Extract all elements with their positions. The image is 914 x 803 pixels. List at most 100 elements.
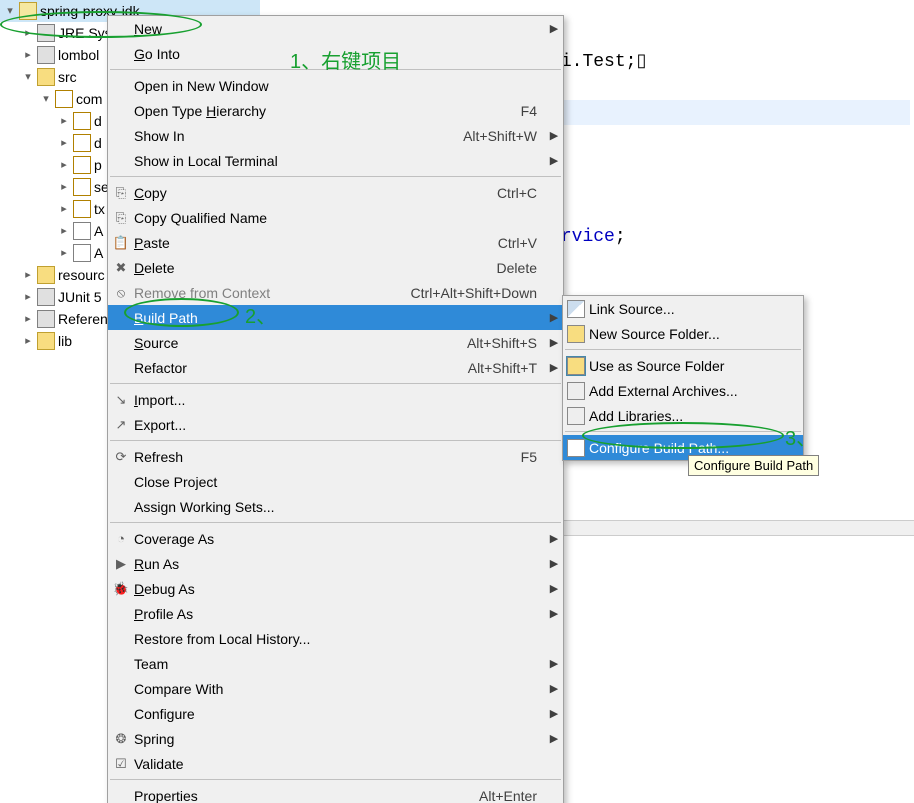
menu-item-label: Run As (134, 556, 537, 572)
menu-item[interactable]: Show InAlt+Shift+W▶ (108, 123, 563, 148)
menu-item-icon (108, 494, 134, 519)
menu-item[interactable]: ⟳RefreshF5 (108, 444, 563, 469)
expand-icon[interactable]: ▸ (58, 110, 70, 132)
menu-item[interactable]: ↗Export... (108, 412, 563, 437)
menu-item-icon: 📋 (108, 230, 134, 255)
menu-item-label: Coverage As (134, 531, 537, 547)
menu-item-icon (563, 321, 589, 346)
expand-icon[interactable]: ▸ (22, 286, 34, 308)
menu-item[interactable]: 🐞Debug As▶ (108, 576, 563, 601)
submenu-arrow-icon: ▶ (545, 154, 563, 167)
menu-item-icon (563, 378, 589, 403)
menu-separator (565, 349, 801, 350)
expand-icon[interactable]: ▸ (22, 330, 34, 352)
menu-item-label: Open in New Window (134, 78, 537, 94)
tree-label: lib (58, 330, 72, 352)
submenu-arrow-icon: ▶ (545, 311, 563, 324)
menu-item[interactable]: Link Source... (563, 296, 803, 321)
submenu-arrow-icon: ▶ (545, 129, 563, 142)
menu-item-icon (563, 296, 589, 321)
menu-item[interactable]: PropertiesAlt+Enter (108, 783, 563, 803)
menu-item[interactable]: ↘Import... (108, 387, 563, 412)
menu-item-label: Delete (134, 260, 497, 276)
tree-label: tx (94, 198, 105, 220)
menu-item[interactable]: Use as Source Folder (563, 353, 803, 378)
menu-item[interactable]: Show in Local Terminal▶ (108, 148, 563, 173)
menu-item[interactable]: Team▶ (108, 651, 563, 676)
menu-item-label: Copy Qualified Name (134, 210, 537, 226)
menu-item-label: Refresh (134, 449, 521, 465)
menu-item-icon: 🐞 (108, 576, 134, 601)
menu-item[interactable]: Close Project (108, 469, 563, 494)
menu-item[interactable]: ❂Spring▶ (108, 726, 563, 751)
expand-icon[interactable]: ▸ (58, 242, 70, 264)
submenu-arrow-icon: ▶ (545, 22, 563, 35)
expand-icon[interactable]: ▸ (58, 198, 70, 220)
menu-item[interactable]: ⎘Copy Qualified Name (108, 205, 563, 230)
menu-item[interactable]: ⎘CopyCtrl+C (108, 180, 563, 205)
menu-item-label: Open Type Hierarchy (134, 103, 521, 119)
fldr-icon (37, 68, 55, 86)
menu-item-icon (108, 626, 134, 651)
menu-item[interactable]: ✖DeleteDelete (108, 255, 563, 280)
expand-icon[interactable]: ▸ (58, 132, 70, 154)
menu-item-label: Compare With (134, 681, 537, 697)
menu-item-icon: ↗ (108, 412, 134, 437)
menu-item-label: Assign Working Sets... (134, 499, 537, 515)
pkg-icon (55, 90, 73, 108)
menu-item-icon (563, 353, 589, 378)
menu-item[interactable]: 📋PasteCtrl+V (108, 230, 563, 255)
menu-item-label: Restore from Local History... (134, 631, 537, 647)
menu-item[interactable]: Restore from Local History... (108, 626, 563, 651)
menu-item-icon (108, 123, 134, 148)
file-icon (73, 244, 91, 262)
menu-item[interactable]: ▶Run As▶ (108, 551, 563, 576)
menu-item-label: Debug As (134, 581, 537, 597)
annotation-ring-2 (124, 298, 239, 327)
annotation-label-1: 1、右键项目 (290, 45, 401, 74)
collapse-icon[interactable]: ▾ (22, 66, 34, 88)
expand-icon[interactable]: ▸ (58, 154, 70, 176)
menu-item[interactable]: Compare With▶ (108, 676, 563, 701)
menu-item-icon: ❂ (108, 726, 134, 751)
menu-item[interactable]: RefactorAlt+Shift+T▶ (108, 355, 563, 380)
menu-item-label: Show In (134, 128, 463, 144)
menu-item-icon (108, 73, 134, 98)
context-menu[interactable]: New▶Go IntoOpen in New WindowOpen Type H… (107, 15, 564, 803)
menu-separator (110, 440, 561, 441)
menu-item-icon (108, 148, 134, 173)
expand-icon[interactable]: ▸ (22, 44, 34, 66)
menu-item[interactable]: ◔Coverage As▶ (108, 526, 563, 551)
menu-item-icon: ⎘ (108, 180, 134, 205)
menu-item-icon (108, 330, 134, 355)
expand-icon[interactable]: ▸ (22, 264, 34, 286)
expand-icon[interactable]: ▸ (22, 308, 34, 330)
annotation-ring-3 (582, 422, 784, 449)
menu-item-label: Close Project (134, 474, 537, 490)
submenu-arrow-icon: ▶ (545, 532, 563, 545)
menu-item[interactable]: SourceAlt+Shift+S▶ (108, 330, 563, 355)
menu-item[interactable]: Add External Archives... (563, 378, 803, 403)
menu-item-accelerator: F4 (521, 103, 545, 119)
menu-item[interactable]: ☑Validate (108, 751, 563, 776)
menu-item[interactable]: Assign Working Sets... (108, 494, 563, 519)
menu-item[interactable]: Open in New Window (108, 73, 563, 98)
menu-item-icon: ⦸ (108, 280, 134, 305)
menu-item-label: Add External Archives... (589, 383, 777, 399)
menu-item[interactable]: Profile As▶ (108, 601, 563, 626)
menu-item-icon: ↘ (108, 387, 134, 412)
annotation-label-3: 3、 (785, 422, 816, 451)
expand-icon[interactable]: ▸ (58, 176, 70, 198)
submenu-arrow-icon: ▶ (545, 607, 563, 620)
menu-item-accelerator: Delete (497, 260, 545, 276)
collapse-icon[interactable]: ▾ (40, 88, 52, 110)
file-icon (73, 222, 91, 240)
expand-icon[interactable]: ▸ (58, 220, 70, 242)
menu-item[interactable]: Configure▶ (108, 701, 563, 726)
submenu-arrow-icon: ▶ (545, 557, 563, 570)
submenu-arrow-icon: ▶ (545, 657, 563, 670)
submenu-arrow-icon: ▶ (545, 336, 563, 349)
menu-item-accelerator: Ctrl+Alt+Shift+Down (411, 285, 545, 301)
menu-item[interactable]: New Source Folder... (563, 321, 803, 346)
menu-item[interactable]: Open Type HierarchyF4 (108, 98, 563, 123)
